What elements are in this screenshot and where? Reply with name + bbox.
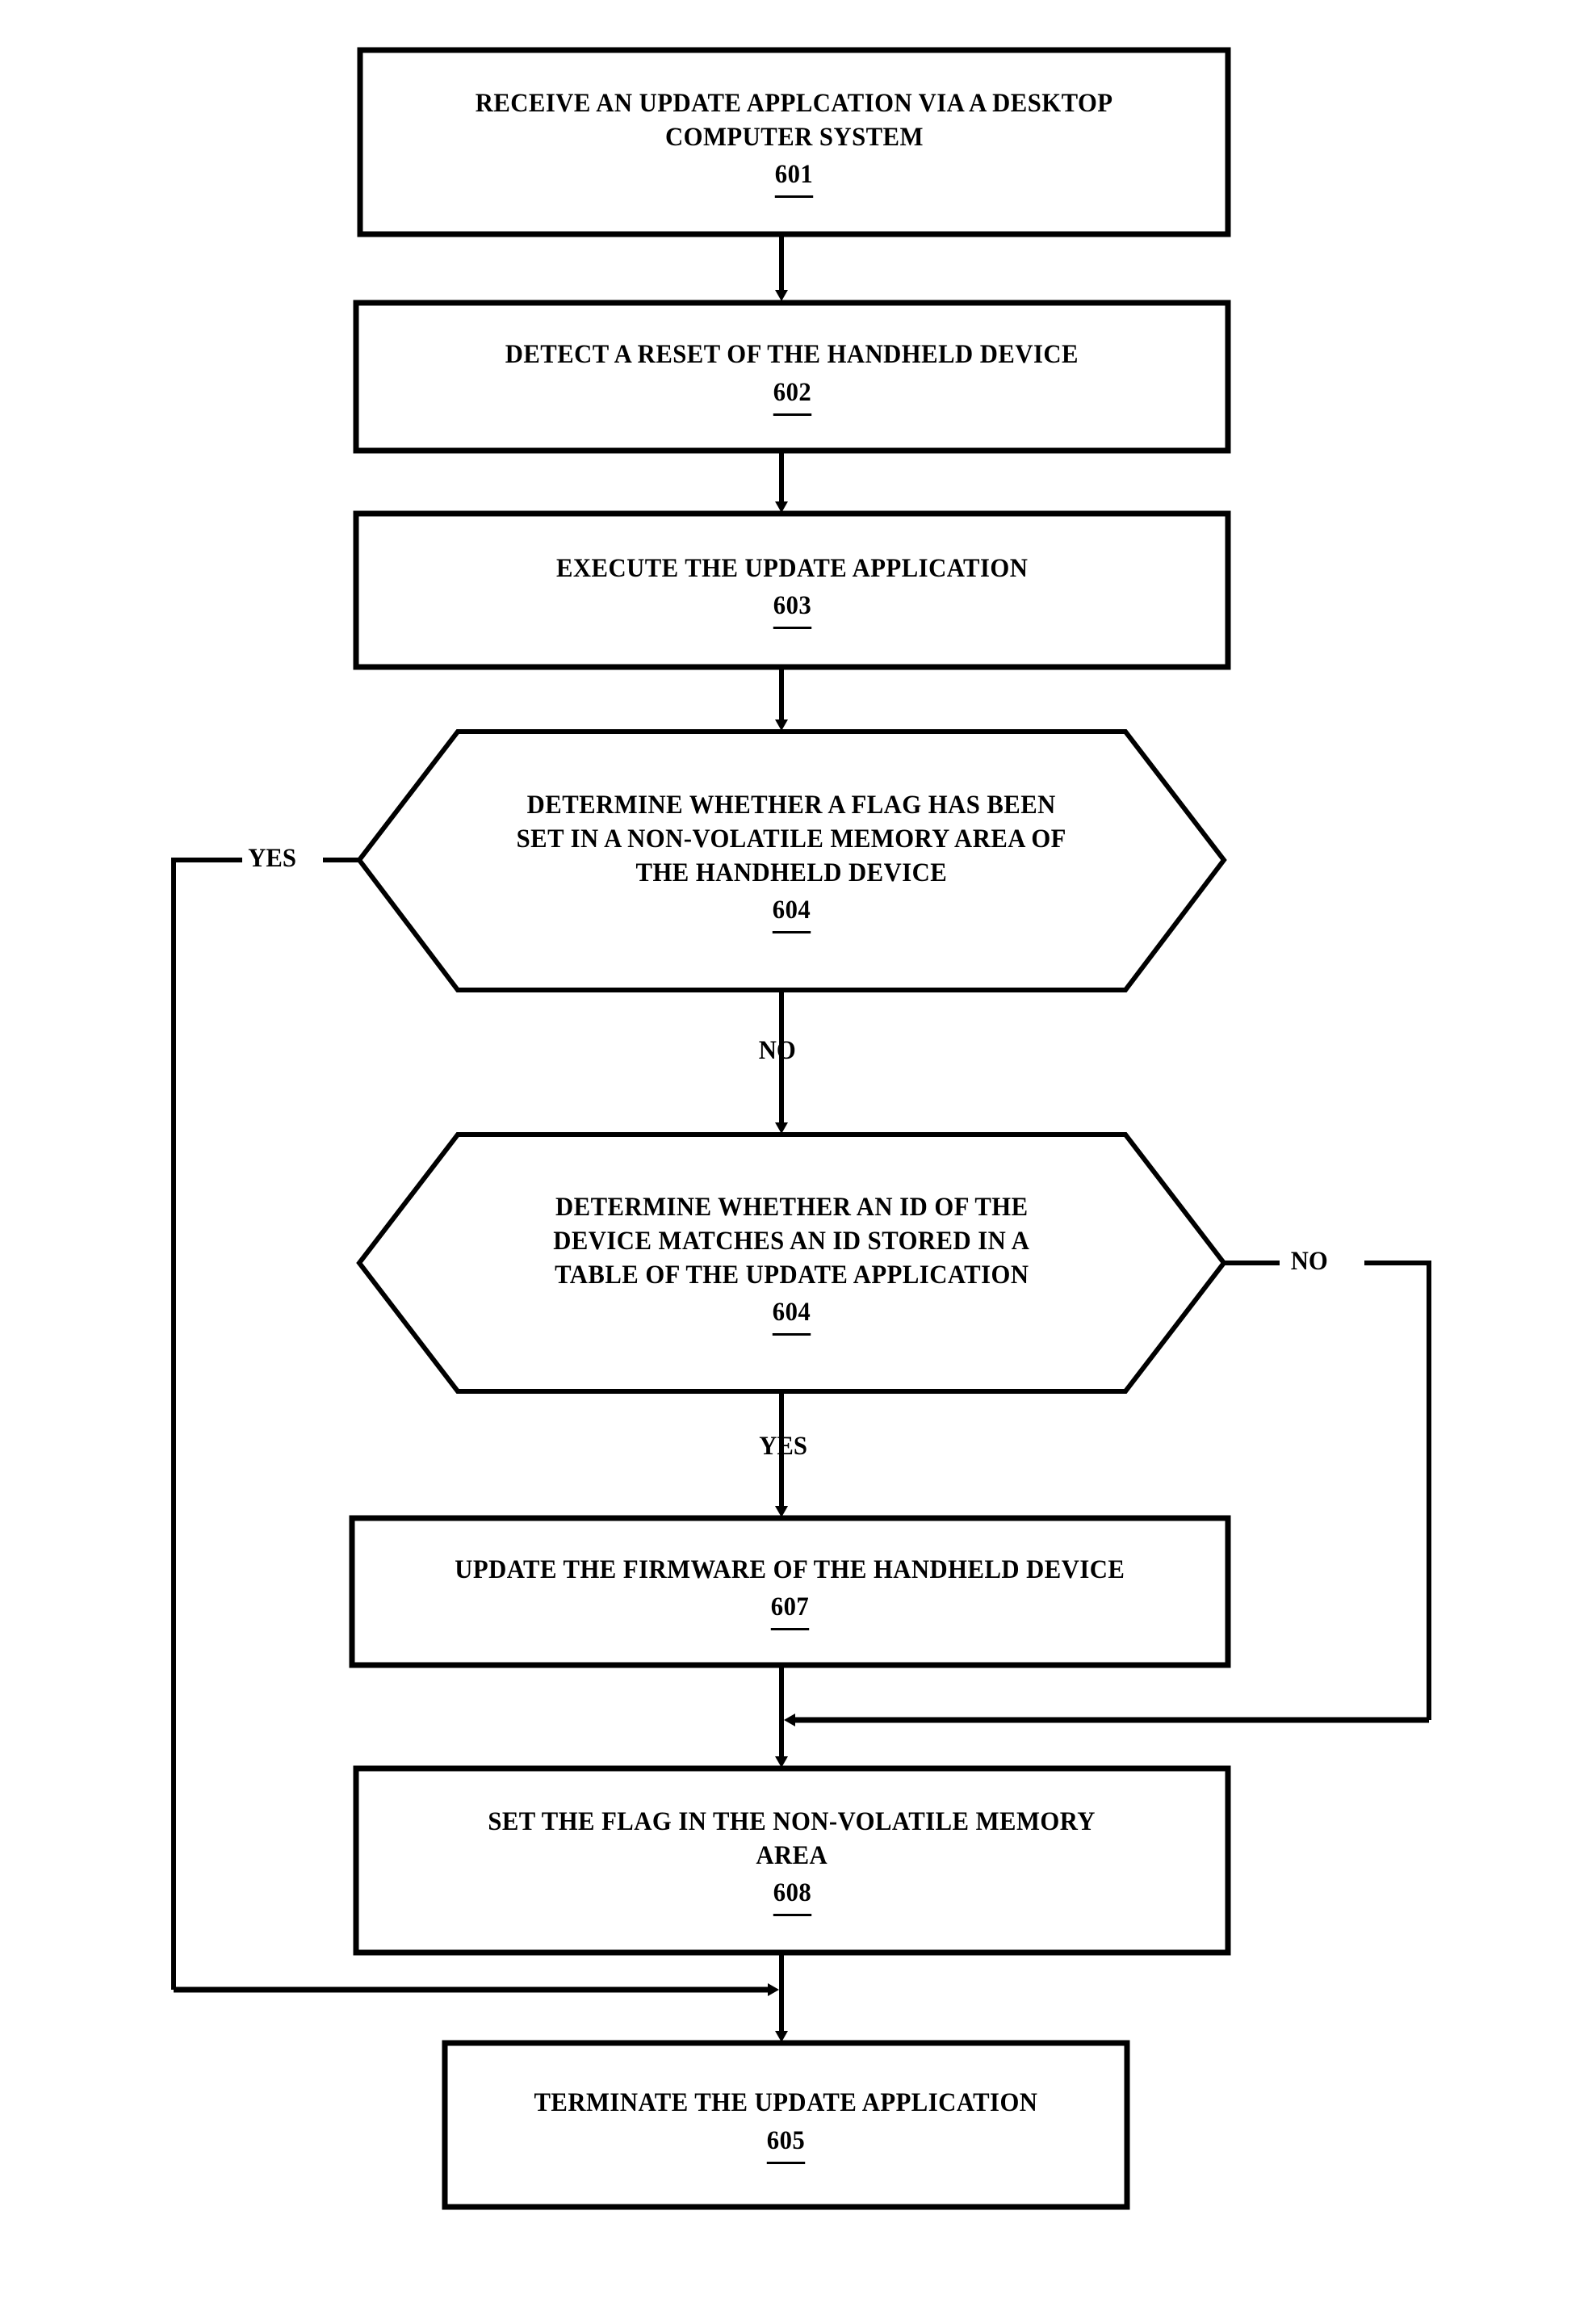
edge-label-yes-id: YES xyxy=(759,1432,807,1461)
flowchart-canvas: RECEIVE AN UPDATE APPLCATION VIA A DESKT… xyxy=(0,0,1588,2324)
node-shape-607 xyxy=(349,1515,1231,1668)
connector-604a-yes-branch xyxy=(171,858,359,1990)
edge-label-no-id: NO xyxy=(1290,1247,1328,1276)
connector-604b-no-branch xyxy=(1224,1261,1431,1720)
node-shape-605 xyxy=(442,2040,1130,2210)
node-shape-602 xyxy=(353,300,1231,454)
edge-label-no-flag: NO xyxy=(758,1036,796,1065)
node-shape-603 xyxy=(353,510,1231,670)
node-shape-608 xyxy=(353,1765,1231,1956)
node-shape-604b xyxy=(356,1132,1227,1394)
node-shape-604a xyxy=(356,729,1227,992)
edge-label-yes-flag: YES xyxy=(248,844,296,873)
flowchart-graphics xyxy=(171,47,1431,2210)
node-shape-601 xyxy=(357,47,1231,237)
